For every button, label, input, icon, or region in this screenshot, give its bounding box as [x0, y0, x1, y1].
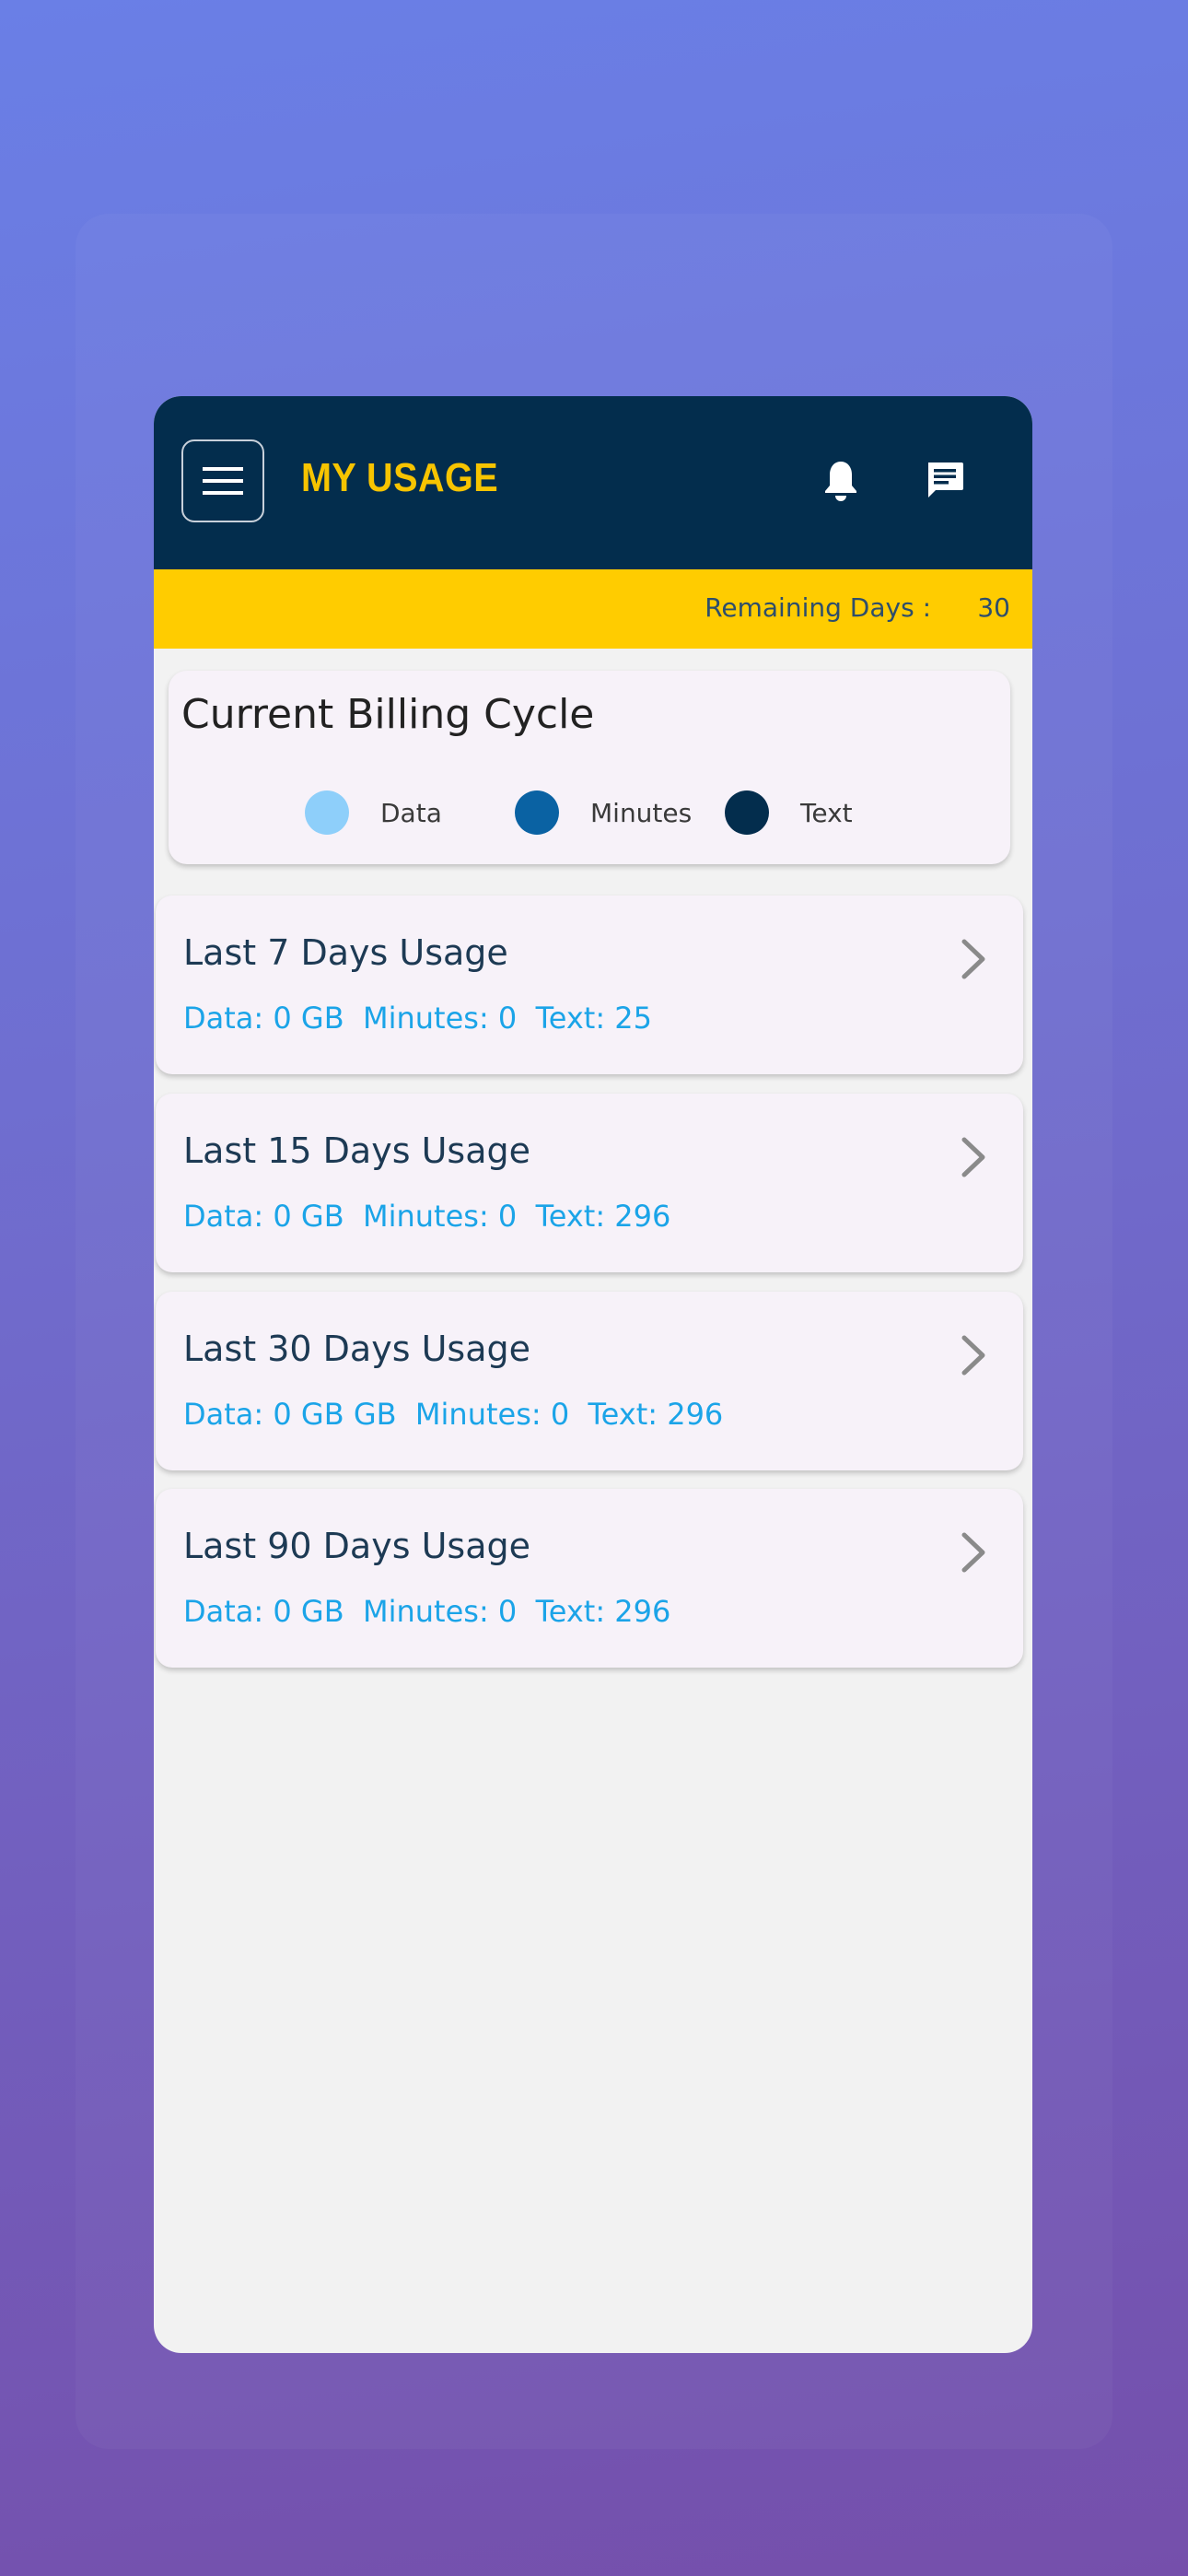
- remaining-days-bar: Remaining Days : 30: [154, 569, 1032, 649]
- usage-data-value: Data: 0 GB GB: [183, 1397, 397, 1432]
- usage-card-title: Last 30 Days Usage: [183, 1329, 530, 1369]
- usage-card-detail: Data: 0 GB Minutes: 0 Text: 25: [183, 1001, 652, 1036]
- usage-card-15-days[interactable]: Last 15 Days Usage Data: 0 GB Minutes: 0…: [156, 1094, 1023, 1272]
- chevron-right-icon: [961, 1532, 985, 1573]
- usage-card-title: Last 7 Days Usage: [183, 932, 508, 973]
- bell-icon: [825, 462, 856, 501]
- legend-dot-data: [305, 790, 349, 835]
- menu-icon: [203, 467, 243, 495]
- chevron-right-icon: [961, 1335, 985, 1376]
- legend-dot-minutes: [515, 790, 559, 835]
- usage-text-value: Text: 296: [535, 1199, 671, 1234]
- legend-dot-text: [725, 790, 769, 835]
- legend-label-text: Text: [800, 797, 853, 828]
- usage-card-7-days[interactable]: Last 7 Days Usage Data: 0 GB Minutes: 0 …: [156, 896, 1023, 1074]
- usage-card-detail: Data: 0 GB GB Minutes: 0 Text: 296: [183, 1397, 723, 1432]
- usage-data-value: Data: 0 GB: [183, 1199, 344, 1234]
- usage-card-detail: Data: 0 GB Minutes: 0 Text: 296: [183, 1199, 670, 1234]
- usage-data-value: Data: 0 GB: [183, 1594, 344, 1629]
- usage-card-title: Last 15 Days Usage: [183, 1130, 530, 1171]
- usage-card-detail: Data: 0 GB Minutes: 0 Text: 296: [183, 1594, 670, 1629]
- billing-cycle-card: Current Billing Cycle Data Minutes Text: [169, 671, 1010, 864]
- remaining-days-label: Remaining Days :: [705, 592, 931, 623]
- legend-item-data: Data: [305, 790, 442, 835]
- legend-label-data: Data: [380, 797, 442, 828]
- app-bar: MY USAGE: [154, 396, 1032, 569]
- usage-text-value: Text: 25: [535, 1001, 652, 1036]
- usage-minutes-value: Minutes: 0: [362, 1001, 518, 1036]
- notifications-button[interactable]: [811, 451, 870, 510]
- app-screen: MY USAGE Remaining Days : 30 Current Bil…: [154, 396, 1032, 2353]
- usage-card-title: Last 90 Days Usage: [183, 1526, 530, 1566]
- usage-card-30-days[interactable]: Last 30 Days Usage Data: 0 GB GB Minutes…: [156, 1292, 1023, 1470]
- usage-data-value: Data: 0 GB: [183, 1001, 344, 1036]
- billing-cycle-title: Current Billing Cycle: [181, 691, 595, 738]
- usage-card-90-days[interactable]: Last 90 Days Usage Data: 0 GB Minutes: 0…: [156, 1489, 1023, 1668]
- page-title: MY USAGE: [301, 455, 499, 500]
- usage-minutes-value: Minutes: 0: [414, 1397, 570, 1432]
- remaining-days-value: 30: [977, 592, 1010, 623]
- legend-item-text: Text: [725, 790, 853, 835]
- legend-item-minutes: Minutes: [515, 790, 692, 835]
- legend-label-minutes: Minutes: [590, 797, 693, 828]
- usage-minutes-value: Minutes: 0: [362, 1199, 518, 1234]
- chat-icon: [928, 463, 963, 498]
- chevron-right-icon: [961, 939, 985, 979]
- chevron-right-icon: [961, 1137, 985, 1177]
- usage-minutes-value: Minutes: 0: [362, 1594, 518, 1629]
- menu-button[interactable]: [181, 439, 264, 522]
- usage-text-value: Text: 296: [535, 1594, 671, 1629]
- messages-button[interactable]: [915, 451, 974, 510]
- usage-text-value: Text: 296: [588, 1397, 724, 1432]
